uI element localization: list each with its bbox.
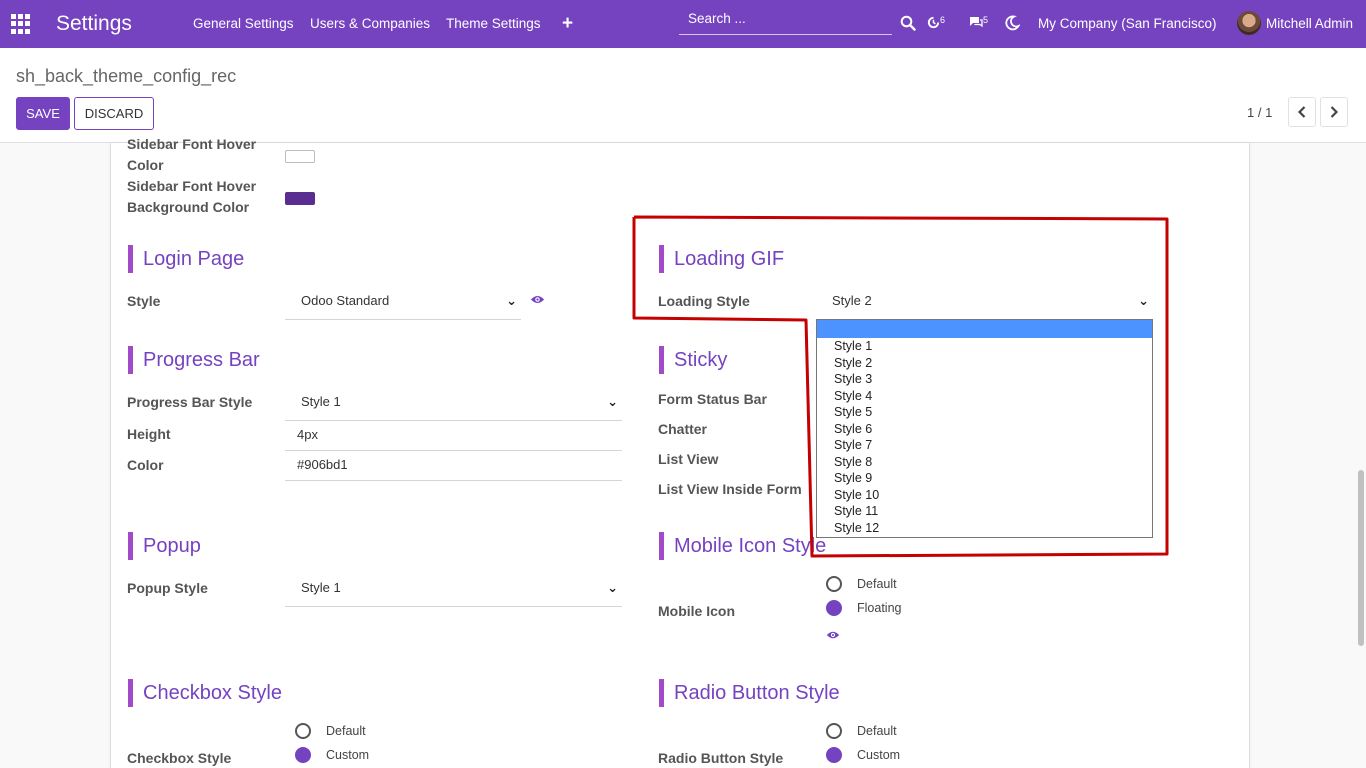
radio-default-label: Default — [857, 724, 897, 738]
radio-button-style-label: Radio Button Style — [658, 750, 784, 766]
sticky-list-view-inside-form-label: List View Inside Form — [658, 481, 802, 497]
checkbox-default-radio[interactable] — [295, 723, 311, 739]
app-title[interactable]: Settings — [56, 0, 132, 47]
loading-gif-heading: Loading GIF — [659, 245, 784, 273]
color-label: Color — [127, 457, 164, 473]
login-style-select[interactable]: Odoo Standard ⌄ — [285, 283, 521, 320]
popup-style-label: Popup Style — [127, 580, 208, 596]
chevron-down-icon: ⌄ — [506, 293, 517, 308]
dropdown-option[interactable]: Style 8 — [817, 454, 1152, 471]
popup-style-value: Style 1 — [301, 580, 341, 595]
loading-style-label: Loading Style — [658, 293, 750, 309]
menu-users-companies[interactable]: Users & Companies — [310, 0, 430, 48]
mobile-icon-default-radio[interactable] — [826, 576, 842, 592]
login-style-value: Odoo Standard — [301, 293, 390, 308]
sidebar-font-hover-bg-label: Sidebar Font Hover Background Color — [127, 178, 257, 215]
mobile-icon-style-heading: Mobile Icon Style — [659, 532, 826, 560]
chevron-down-icon: ⌄ — [607, 580, 618, 595]
preview-eye-icon[interactable] — [530, 293, 545, 308]
page-scrollbar[interactable] — [1358, 470, 1364, 646]
apps-menu-icon[interactable] — [11, 14, 31, 34]
mobile-icon-floating-label: Floating — [857, 601, 902, 615]
dropdown-option[interactable]: Style 1 — [817, 338, 1152, 355]
popup-heading: Popup — [128, 532, 201, 560]
sticky-form-status-bar-label: Form Status Bar — [658, 391, 767, 407]
pager-next-button[interactable] — [1320, 97, 1348, 127]
sidebar-font-hover-color-label: Sidebar Font Hover Color — [127, 136, 257, 173]
user-avatar[interactable] — [1237, 11, 1261, 35]
dropdown-option-blank[interactable] — [817, 320, 1152, 338]
loading-style-select[interactable]: Style 2 ⌄ — [816, 283, 1153, 320]
height-label: Height — [127, 426, 171, 442]
save-button[interactable]: SAVE — [16, 97, 70, 130]
height-input[interactable]: 4px — [285, 421, 622, 451]
preview-eye-icon[interactable] — [826, 628, 840, 643]
search-icon[interactable] — [900, 15, 916, 36]
sticky-chatter-label: Chatter — [658, 421, 708, 437]
mobile-icon-label: Mobile Icon — [658, 603, 735, 619]
checkbox-style-label: Checkbox Style — [127, 750, 232, 766]
progress-bar-style-value: Style 1 — [301, 394, 341, 409]
dropdown-option[interactable]: Style 2 — [817, 355, 1152, 372]
chevron-down-icon: ⌄ — [607, 394, 618, 409]
hover-color-swatch[interactable] — [285, 150, 315, 163]
top-navbar: Settings General Settings Users & Compan… — [0, 0, 1366, 48]
radio-custom-label: Custom — [857, 748, 901, 762]
checkbox-default-label: Default — [326, 724, 366, 738]
discard-button[interactable]: DISCARD — [74, 97, 154, 130]
chevron-down-icon: ⌄ — [1138, 293, 1149, 308]
checkbox-custom-label: Custom — [326, 748, 370, 762]
color-input[interactable]: #906bd1 — [285, 451, 622, 481]
search-input[interactable]: Search ... — [679, 8, 892, 35]
dropdown-option[interactable]: Style 6 — [817, 421, 1152, 438]
activity-count-badge: 6 — [940, 15, 946, 25]
dropdown-option[interactable]: Style 7 — [817, 437, 1152, 454]
radio-custom-radio[interactable] — [826, 747, 842, 763]
dropdown-option[interactable]: Style 5 — [817, 404, 1152, 421]
radio-default-radio[interactable] — [826, 723, 842, 739]
pager-previous-button[interactable] — [1288, 97, 1316, 127]
menu-general-settings[interactable]: General Settings — [193, 0, 294, 48]
progress-bar-heading: Progress Bar — [128, 346, 260, 374]
progress-bar-style-label: Progress Bar Style — [127, 394, 253, 410]
progress-bar-style-select[interactable]: Style 1 ⌄ — [285, 384, 622, 421]
moon-icon[interactable] — [1004, 15, 1021, 36]
mobile-icon-default-label: Default — [857, 577, 897, 591]
sticky-heading: Sticky — [659, 346, 727, 374]
activity-icon[interactable]: 6 — [926, 15, 945, 35]
hover-bg-color-swatch[interactable] — [285, 192, 315, 205]
dropdown-option[interactable]: Style 4 — [817, 388, 1152, 405]
dropdown-option[interactable]: Style 9 — [817, 470, 1152, 487]
pager-value[interactable]: 1 / 1 — [1247, 105, 1272, 120]
control-panel: sh_back_theme_config_rec SAVE DISCARD 1 … — [0, 48, 1366, 143]
checkbox-custom-radio[interactable] — [295, 747, 311, 763]
messages-count-badge: 5 — [983, 15, 989, 25]
company-switcher[interactable]: My Company (San Francisco) — [1038, 0, 1217, 48]
login-style-label: Style — [127, 293, 161, 309]
loading-style-dropdown[interactable]: Style 1 Style 2 Style 3 Style 4 Style 5 … — [816, 319, 1153, 538]
messages-icon[interactable]: 5 — [968, 15, 988, 35]
menu-theme-settings[interactable]: Theme Settings — [446, 0, 541, 48]
add-menu-button[interactable]: + — [562, 0, 573, 48]
mobile-icon-floating-radio[interactable] — [826, 600, 842, 616]
loading-style-value: Style 2 — [832, 293, 872, 308]
checkbox-style-heading: Checkbox Style — [128, 679, 282, 707]
radio-button-style-heading: Radio Button Style — [659, 679, 840, 707]
dropdown-option[interactable]: Style 10 — [817, 487, 1152, 504]
user-menu[interactable]: Mitchell Admin — [1266, 0, 1353, 48]
breadcrumb: sh_back_theme_config_rec — [16, 66, 237, 86]
sticky-list-view-label: List View — [658, 451, 719, 467]
dropdown-option[interactable]: Style 12 — [817, 520, 1152, 537]
login-page-heading: Login Page — [128, 245, 244, 273]
popup-style-select[interactable]: Style 1 ⌄ — [285, 570, 622, 607]
dropdown-option[interactable]: Style 3 — [817, 371, 1152, 388]
dropdown-option[interactable]: Style 11 — [817, 503, 1152, 520]
